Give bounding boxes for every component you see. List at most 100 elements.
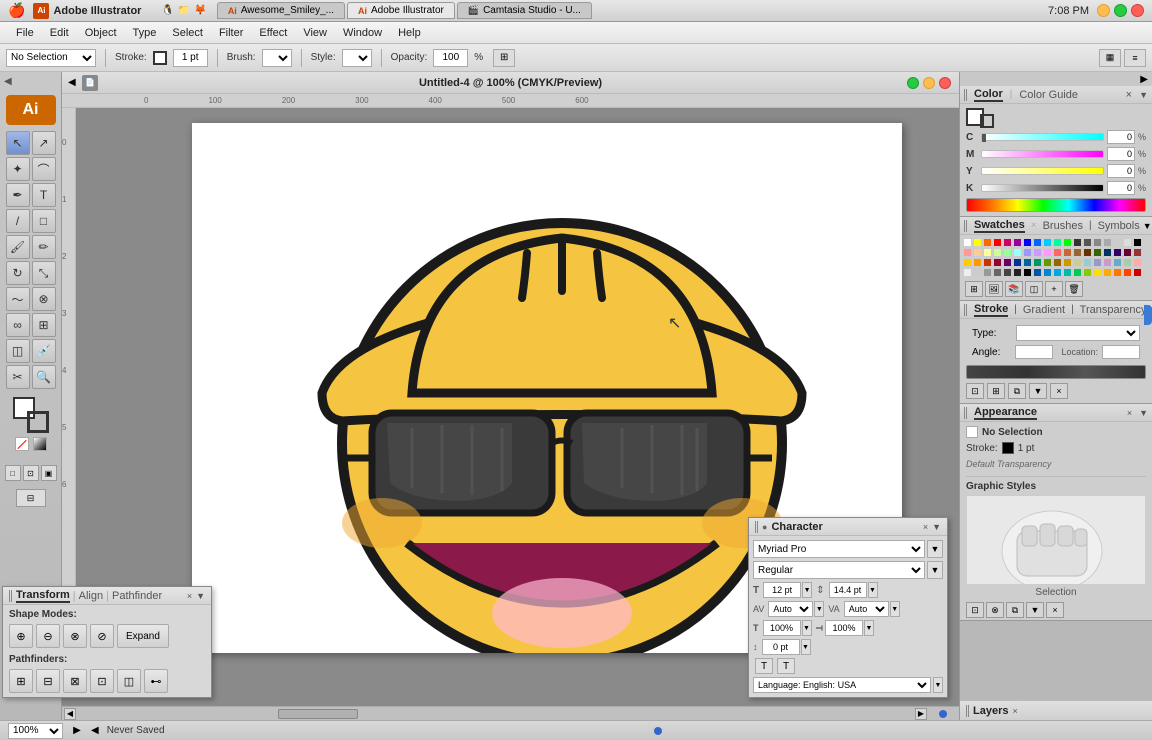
transform-panel-close[interactable]: × — [187, 591, 192, 601]
angle-input[interactable] — [1015, 345, 1053, 359]
menu-file[interactable]: File — [8, 25, 42, 41]
tracking-arrow[interactable]: ▼ — [890, 601, 900, 617]
gradient-tool[interactable]: ◫ — [6, 339, 30, 363]
leading-input[interactable] — [829, 582, 867, 598]
color-panel-close[interactable]: × — [1126, 89, 1132, 101]
swatch-49[interactable] — [1083, 258, 1092, 267]
pen-tool[interactable]: ✒ — [6, 183, 30, 207]
swatch-32[interactable] — [1093, 248, 1102, 257]
char-panel-close[interactable]: × — [923, 522, 928, 532]
baseline-arrow[interactable]: ▼ — [801, 639, 811, 655]
swatch-50[interactable] — [1093, 258, 1102, 267]
font-style-arrow[interactable]: ▼ — [927, 561, 943, 579]
swatch-26[interactable] — [1033, 248, 1042, 257]
swatch-27[interactable] — [1043, 248, 1052, 257]
layers-tab[interactable]: Layers — [973, 705, 1008, 717]
stroke-delete-btn[interactable]: × — [1050, 383, 1068, 399]
char-tab-label[interactable]: Character — [771, 521, 822, 533]
zoom-select[interactable]: 100% — [8, 723, 63, 739]
swatch-34[interactable] — [1113, 248, 1122, 257]
artboard-btn[interactable]: ⊟ — [16, 489, 46, 507]
style-dropdown[interactable] — [342, 49, 372, 67]
shape-mode-1[interactable]: ⊕ — [9, 624, 33, 648]
pathfinder-4[interactable]: ⊡ — [90, 669, 114, 693]
tl-green[interactable] — [907, 77, 919, 89]
swatch-19[interactable] — [963, 248, 972, 257]
color-guide-tab[interactable]: Color Guide — [1019, 89, 1078, 101]
tools-collapse-left[interactable]: ◀ — [4, 76, 12, 87]
font-size-input[interactable] — [763, 582, 801, 598]
swatch-b14[interactable] — [1093, 268, 1102, 277]
appearance-clear-btn[interactable]: ⊗ — [986, 602, 1004, 618]
symbols-tab[interactable]: Symbols — [1098, 220, 1140, 232]
swatch-52[interactable] — [1113, 258, 1122, 267]
pathfinder-3[interactable]: ⊠ — [63, 669, 87, 693]
swatch-33[interactable] — [1103, 248, 1112, 257]
scroll-right-btn[interactable]: ▶ — [915, 708, 927, 720]
align-tab[interactable]: Align — [79, 590, 103, 602]
swatch-new-btn[interactable]: 🖼 — [985, 281, 1003, 297]
font-family-select[interactable]: Myriad Pro — [753, 540, 925, 558]
blend-tool[interactable]: ∞ — [6, 313, 30, 337]
scale-x-input[interactable] — [763, 620, 801, 636]
eyedropper-tool[interactable]: 💉 — [32, 339, 56, 363]
shape-mode-2[interactable]: ⊖ — [36, 624, 60, 648]
stroke-appearance-swatch[interactable] — [1002, 442, 1014, 454]
swatch-53[interactable] — [1123, 258, 1132, 267]
swatch-b8[interactable] — [1033, 268, 1042, 277]
swatch-2[interactable] — [973, 238, 982, 247]
menu-window[interactable]: Window — [335, 25, 390, 41]
swatch-b7[interactable] — [1023, 268, 1032, 277]
direct-selection-tool[interactable]: ↗ — [32, 131, 56, 155]
swatch-12[interactable] — [1073, 238, 1082, 247]
location-input[interactable] — [1102, 345, 1140, 359]
apple-menu-icon[interactable]: 🍎 — [8, 2, 25, 19]
transparency-tab[interactable]: Transparency — [1080, 304, 1147, 316]
appearance-down-btn[interactable]: ▼ — [1026, 602, 1044, 618]
none-icon[interactable] — [15, 437, 29, 451]
swatch-b11[interactable] — [1063, 268, 1072, 277]
swatch-28[interactable] — [1053, 248, 1062, 257]
swatch-30[interactable] — [1073, 248, 1082, 257]
swatch-b5[interactable] — [1003, 268, 1012, 277]
swatch-18[interactable] — [1133, 238, 1142, 247]
appearance-panel-menu[interactable]: ▼ — [1139, 408, 1148, 418]
brush-dropdown[interactable] — [262, 49, 292, 67]
swatch-36[interactable] — [1133, 248, 1142, 257]
tab-smiley[interactable]: Ai Awesome_Smiley_... — [217, 2, 345, 19]
swatch-29[interactable] — [1063, 248, 1072, 257]
swatch-b16[interactable] — [1113, 268, 1122, 277]
close-btn[interactable] — [1131, 4, 1144, 17]
language-select[interactable]: Language: English: USA — [753, 677, 931, 693]
swatch-b4[interactable] — [993, 268, 1002, 277]
selection-dropdown[interactable]: No Selection — [6, 49, 96, 67]
swatch-39[interactable] — [983, 258, 992, 267]
tracking-select[interactable]: Auto — [844, 601, 889, 617]
swatch-37[interactable] — [963, 258, 972, 267]
swatch-21[interactable] — [983, 248, 992, 257]
stroke-copy-btn[interactable]: ⧉ — [1008, 383, 1026, 399]
menu-object[interactable]: Object — [77, 25, 125, 41]
swatch-b9[interactable] — [1043, 268, 1052, 277]
baseline-input[interactable] — [762, 639, 800, 655]
scissors-tool[interactable]: ✂ — [6, 365, 30, 389]
swatch-22[interactable] — [993, 248, 1002, 257]
swatch-20[interactable] — [973, 248, 982, 257]
mesh-tool[interactable]: ⊞ — [32, 313, 56, 337]
scale-x-arrow[interactable]: ▼ — [802, 620, 812, 636]
gradient-icon[interactable] — [33, 437, 47, 451]
zoom-tool[interactable]: 🔍 — [32, 365, 56, 389]
status-arrow[interactable]: ▶ — [71, 725, 83, 737]
swatch-31[interactable] — [1083, 248, 1092, 257]
type-tool[interactable]: T — [32, 183, 56, 207]
swatch-17[interactable] — [1123, 238, 1132, 247]
text-align-left-btn[interactable]: T — [755, 658, 773, 674]
font-family-arrow[interactable]: ▼ — [927, 540, 943, 558]
c-slider-track[interactable] — [981, 133, 1104, 141]
swatches-menu[interactable]: ▼ — [1143, 221, 1152, 231]
pathfinder-1[interactable]: ⊞ — [9, 669, 33, 693]
font-style-select[interactable]: Regular — [753, 561, 925, 579]
swatch-25[interactable] — [1023, 248, 1032, 257]
pencil-tool[interactable]: ✏ — [32, 235, 56, 259]
language-arrow[interactable]: ▼ — [933, 677, 943, 693]
